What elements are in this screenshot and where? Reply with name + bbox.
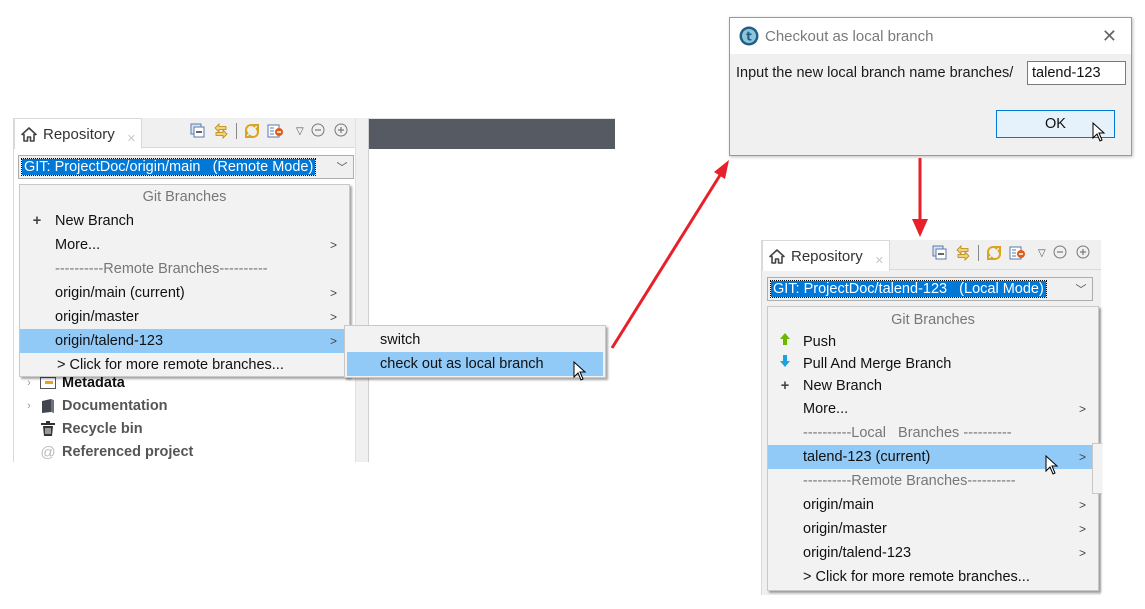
push-icon	[778, 331, 792, 353]
chevron-down-icon[interactable]: ﹀	[1070, 278, 1092, 300]
submenu-chevron-icon: >	[1078, 402, 1086, 416]
checkout-dialog: t Checkout as local branch ✕ Input the n…	[729, 17, 1132, 156]
collapse-all-icon[interactable]	[932, 245, 948, 261]
panel-toolbar: ▽	[932, 245, 1092, 261]
submenu-chevron-icon: >	[1078, 450, 1086, 464]
menu-item-origin-main[interactable]: origin/main >	[768, 493, 1098, 517]
pull-icon	[778, 353, 792, 375]
arrow-head-to-right-panel	[912, 219, 928, 237]
menu-item-new-branch[interactable]: + New Branch	[768, 375, 1098, 397]
filter-icon[interactable]	[1009, 245, 1025, 261]
home-icon	[769, 248, 785, 264]
link-with-editor-icon[interactable]	[955, 245, 971, 261]
menu-item-origin-master[interactable]: origin/master >	[768, 517, 1098, 541]
branch-name-input[interactable]	[1027, 61, 1126, 85]
menu-item-push[interactable]: Push	[768, 331, 1098, 353]
refresh-icon[interactable]	[986, 245, 1002, 261]
local-branch-submenu-edge	[1092, 443, 1102, 494]
git-branches-menu-right: Git Branches Push Pull And Merge Branch …	[767, 306, 1099, 591]
menu-header: Git Branches	[891, 312, 975, 328]
mouse-cursor-icon	[1045, 455, 1059, 475]
mouse-cursor-icon	[1092, 122, 1106, 142]
menu-separator-local: ----------Local Branches ----------	[803, 425, 1012, 441]
dialog-prompt: Input the new local branch name branches…	[736, 65, 1014, 81]
submenu-chevron-icon: >	[1078, 546, 1086, 560]
dialog-titlebar: t Checkout as local branch ✕	[730, 18, 1131, 54]
dialog-title: Checkout as local branch	[765, 27, 934, 45]
close-tab-icon[interactable]: ✕	[875, 254, 884, 267]
tab-repository[interactable]: Repository ✕	[762, 240, 890, 271]
minimize-icon[interactable]	[1053, 245, 1069, 261]
svg-text:t: t	[746, 30, 752, 44]
menu-item-origin-talend-123[interactable]: origin/talend-123 >	[768, 541, 1098, 565]
submenu-chevron-icon: >	[1078, 498, 1086, 512]
toolbar-separator	[978, 245, 979, 261]
panel-tabbar: Repository ✕ ▽	[762, 240, 1101, 271]
menu-item-more[interactable]: More... >	[768, 397, 1098, 421]
maximize-icon[interactable]	[1076, 245, 1092, 261]
menu-item-pull-and-merge[interactable]: Pull And Merge Branch	[768, 353, 1098, 375]
arrow-to-dialog	[610, 171, 724, 349]
tab-label: Repository	[791, 247, 863, 265]
branch-combo-value: GIT: ProjectDoc/talend-123 (Local Mode)	[770, 280, 1047, 298]
dialog-close-icon[interactable]: ✕	[1102, 26, 1117, 47]
submenu-chevron-icon: >	[1078, 522, 1086, 536]
plus-icon: +	[780, 378, 790, 394]
menu-item-more-remote-branches[interactable]: > Click for more remote branches...	[768, 565, 1098, 589]
view-menu-icon[interactable]: ▽	[1038, 248, 1046, 259]
arrow-head-to-dialog	[714, 160, 729, 179]
branch-combo[interactable]: GIT: ProjectDoc/talend-123 (Local Mode) …	[767, 277, 1093, 301]
talend-logo-icon: t	[739, 26, 759, 46]
